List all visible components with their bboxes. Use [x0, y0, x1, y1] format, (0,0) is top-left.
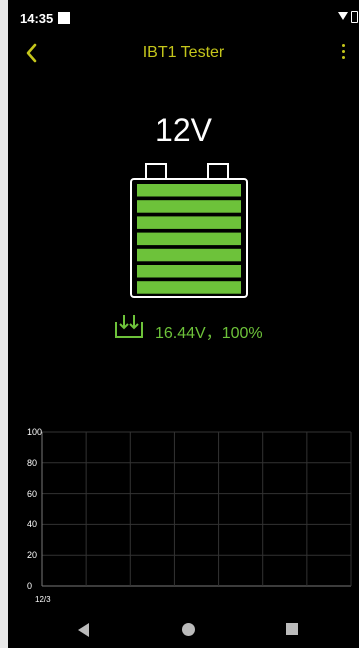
more-menu-button[interactable] — [338, 44, 348, 64]
voltage-reading: 16.44V，100% — [155, 325, 263, 342]
charge-bar — [137, 248, 241, 262]
notification-icon — [58, 12, 70, 24]
nav-back-icon[interactable] — [78, 623, 89, 637]
nav-home-icon[interactable] — [182, 623, 195, 636]
y-tick-label: 60 — [27, 488, 38, 499]
charge-bar — [137, 200, 241, 213]
charge-bar — [137, 232, 241, 246]
y-tick-label: 40 — [27, 519, 38, 530]
charge-bar — [137, 184, 241, 197]
app-screen: 14:35 IBT1 Tester 12V 16.44V，100% 100 80… — [8, 0, 359, 648]
navigation-bar — [8, 608, 359, 648]
charge-bar — [137, 265, 241, 278]
toolbar: IBT1 Tester — [8, 36, 359, 70]
status-time: 14:35 — [20, 11, 54, 26]
history-chart: 100 80 60 40 20 0 12/3 — [8, 425, 359, 605]
charging-indicator-icon — [115, 315, 143, 338]
battery-status-icon — [351, 11, 358, 23]
nominal-voltage: 12V — [155, 112, 212, 148]
more-vert-icon — [341, 44, 345, 47]
charge-bar — [137, 281, 241, 294]
x-tick-label: 12/3 — [35, 595, 51, 604]
status-bar: 14:35 — [8, 0, 359, 36]
wifi-icon — [338, 12, 348, 20]
page-title: IBT1 Tester — [142, 44, 225, 61]
chart-grid — [41, 431, 352, 587]
y-tick-label: 20 — [27, 550, 38, 561]
y-tick-label: 0 — [27, 581, 33, 591]
y-tick-label: 80 — [27, 457, 38, 468]
y-tick-label: 100 — [27, 427, 43, 437]
nav-recent-apps-icon[interactable] — [286, 623, 298, 635]
battery-graphic — [130, 163, 248, 298]
charge-level-bars — [137, 184, 241, 294]
charge-bar — [137, 216, 241, 229]
